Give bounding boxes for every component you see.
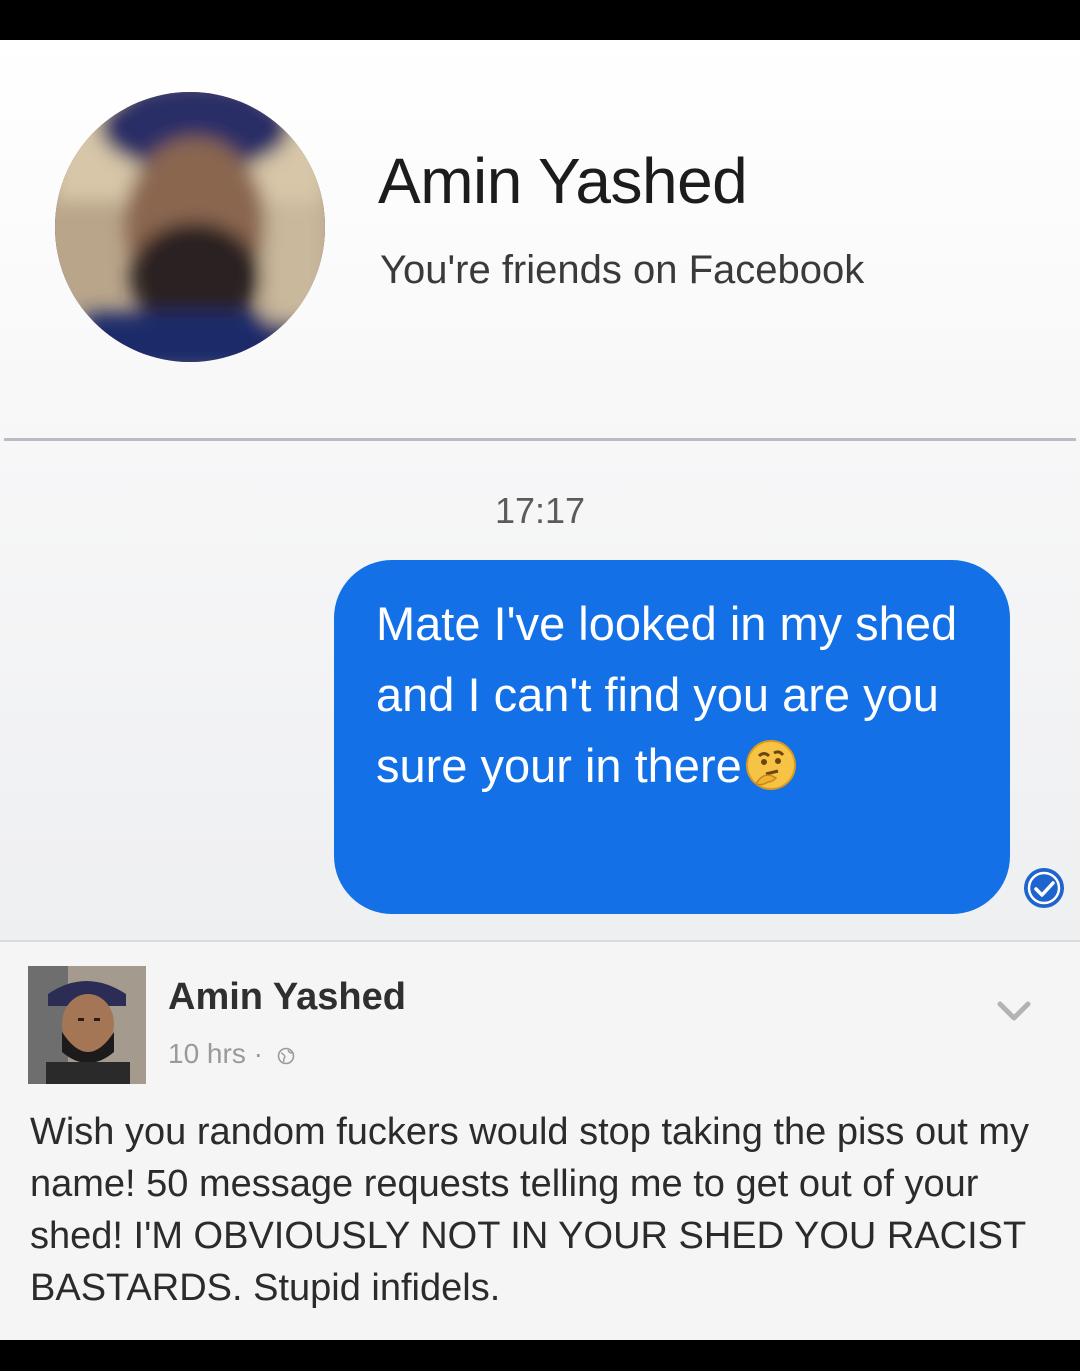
contact-name: Amin Yashed (378, 145, 748, 217)
thinking-face-emoji-icon (745, 740, 796, 790)
chevron-down-icon[interactable] (994, 996, 1034, 1026)
blurred-profile-photo (55, 92, 325, 362)
post-body-text: Wish you random fuckers would stop takin… (30, 1111, 1030, 1309)
post-meta: 10 hrs · (168, 1038, 295, 1070)
post-author-name[interactable]: Amin Yashed (168, 976, 406, 1019)
message-timestamp: 17:17 (494, 490, 586, 531)
friendship-status: You're friends on Facebook (380, 248, 865, 292)
message-text: Mate I've looked in my shed and I can't … (376, 597, 958, 792)
sent-message-bubble[interactable]: Mate I've looked in my shed and I can't … (334, 560, 1010, 914)
seen-check-icon (1024, 868, 1064, 908)
post-author-avatar[interactable] (28, 966, 146, 1084)
facebook-post: Amin Yashed 10 hrs · Wish you random fuc… (0, 940, 1080, 1340)
globe-icon (277, 1047, 295, 1065)
screenshot-frame: Amin Yashed You're friends on Facebook 1… (0, 40, 1080, 1340)
post-time[interactable]: 10 hrs (168, 1038, 246, 1069)
header-divider (4, 438, 1076, 441)
messenger-conversation: Amin Yashed You're friends on Facebook 1… (0, 40, 1080, 940)
profile-photo (28, 966, 146, 1084)
contact-avatar[interactable] (55, 92, 325, 362)
